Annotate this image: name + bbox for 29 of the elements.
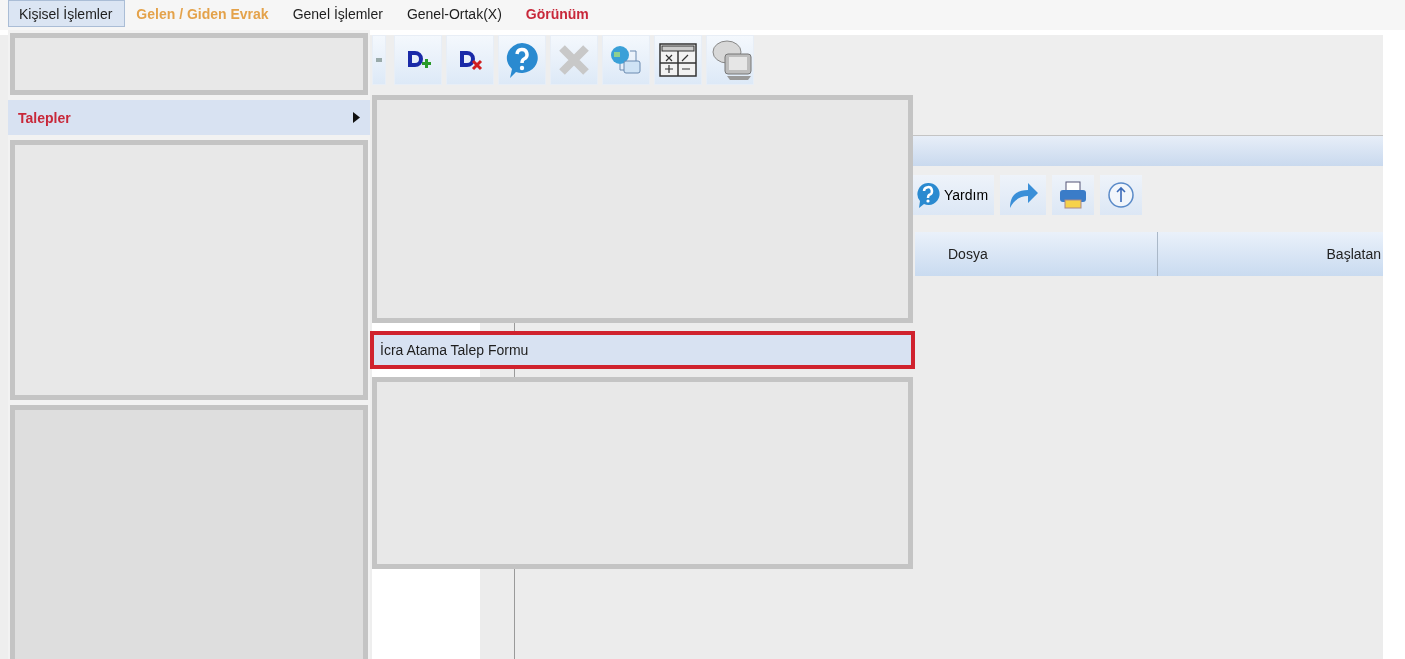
calculator-button[interactable] bbox=[654, 35, 702, 85]
network-button[interactable] bbox=[602, 35, 650, 85]
calculator-icon bbox=[659, 43, 697, 77]
redo-button[interactable] bbox=[1000, 175, 1047, 215]
upload-button[interactable] bbox=[1100, 175, 1143, 215]
menu-item[interactable]: Genel İşlemler bbox=[281, 0, 396, 27]
toolbar-icon-icon bbox=[376, 55, 382, 65]
toolbar-icon-button[interactable] bbox=[372, 35, 386, 85]
delete-button[interactable] bbox=[446, 35, 494, 85]
help-button[interactable]: Yardım bbox=[910, 175, 995, 215]
menu-item[interactable]: Kişisel İşlemler bbox=[8, 0, 126, 27]
printer-icon bbox=[1058, 180, 1089, 210]
help-icon bbox=[504, 41, 540, 79]
menu-label: İcra Atama Talep Formu bbox=[380, 342, 529, 358]
menu-item[interactable]: Talepler bbox=[8, 100, 370, 135]
menu-item[interactable]: Genel-Ortak(X) bbox=[395, 0, 515, 27]
upload-icon bbox=[1106, 180, 1137, 210]
computer-button[interactable] bbox=[706, 35, 754, 85]
network-icon bbox=[608, 43, 644, 77]
add-button[interactable] bbox=[394, 35, 442, 85]
help-button[interactable] bbox=[498, 35, 546, 85]
column-header[interactable]: Dosya bbox=[915, 232, 1158, 276]
menu-item[interactable]: İcra Atama Talep Formu bbox=[370, 331, 915, 369]
column-header[interactable]: Başlatan bbox=[1158, 232, 1383, 276]
menu-item[interactable]: Görünüm bbox=[514, 0, 602, 27]
print-button[interactable] bbox=[1052, 175, 1095, 215]
menu-label: Talepler bbox=[18, 109, 71, 126]
help-icon bbox=[916, 182, 940, 208]
close-icon bbox=[557, 43, 591, 77]
